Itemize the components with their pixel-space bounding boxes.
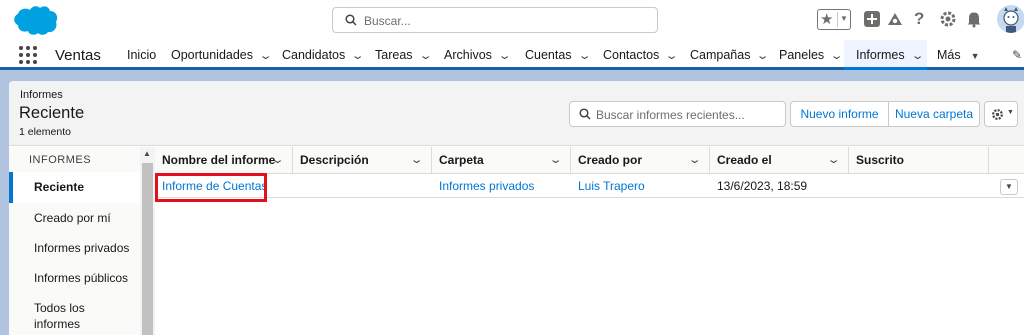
star-icon: ★ <box>820 11 834 28</box>
page-title: Reciente <box>19 104 85 122</box>
notifications-bell-icon[interactable] <box>965 10 983 28</box>
help-icon[interactable]: ? <box>914 10 932 28</box>
gear-icon[interactable] <box>939 10 957 28</box>
sidebar-item-creado-por-mi[interactable]: Creado por mí <box>9 210 140 226</box>
report-folder-link[interactable]: Informes privados <box>432 175 534 198</box>
column-header-carpeta[interactable]: Carpeta ⌄ <box>432 147 571 174</box>
chevron-down-icon[interactable]: ⌄ <box>826 147 840 174</box>
new-report-button[interactable]: Nuevo informe <box>790 101 889 127</box>
highlight-box <box>155 173 267 202</box>
report-created-by-link[interactable]: Luis Trapero <box>571 175 645 198</box>
sidebar-item-informes-publicos[interactable]: Informes públicos <box>9 270 140 286</box>
chevron-down-icon[interactable]: ▼ <box>840 14 848 23</box>
edit-nav-pencil-icon[interactable]: ✎ <box>1012 48 1022 62</box>
favorites-divider <box>837 12 838 27</box>
app-launcher-icon[interactable] <box>19 46 37 64</box>
nav-item-mas[interactable]: Más ▼ <box>937 40 980 70</box>
chevron-down-icon[interactable]: ⌄ <box>577 41 591 71</box>
list-settings-button[interactable]: ▼ <box>984 101 1018 127</box>
recent-reports-search-input[interactable]: Buscar informes recientes... <box>569 101 786 127</box>
nav-item-inicio[interactable]: Inicio <box>127 40 156 70</box>
reports-sidebar: INFORMES Reciente Creado por mí Informes… <box>9 147 140 335</box>
table-empty-area <box>155 199 1024 335</box>
chevron-down-icon[interactable]: ⌄ <box>409 147 423 174</box>
salesforce-logo[interactable] <box>10 4 60 36</box>
favorites-button[interactable]: ★ ▼ <box>817 9 851 30</box>
app-navigation-bar: Ventas Inicio Oportunidades ⌄ Candidatos ⌄… <box>0 40 1024 70</box>
chevron-down-icon[interactable]: ⌄ <box>830 41 844 71</box>
report-description <box>293 175 300 198</box>
table-row: Informe de Cuentas Informes privados Lui… <box>155 175 1024 198</box>
nav-item-candidatos[interactable]: Candidatos ⌄ <box>282 40 365 71</box>
chevron-down-icon[interactable]: ⌄ <box>351 41 365 71</box>
column-header-nombre[interactable]: Nombre del informe ⌄ <box>155 147 293 174</box>
column-header-suscrito[interactable]: Suscrito <box>849 147 989 174</box>
chevron-down-icon[interactable]: ⌄ <box>756 41 770 71</box>
nav-item-cuentas[interactable]: Cuentas ⌄ <box>525 40 591 71</box>
chevron-down-icon[interactable]: ⌄ <box>687 147 701 174</box>
search-icon <box>579 108 591 120</box>
chevron-down-icon[interactable]: ⌄ <box>498 41 512 71</box>
gear-icon <box>992 109 1003 120</box>
chevron-down-icon[interactable]: ⌄ <box>910 41 924 71</box>
nav-item-archivos[interactable]: Archivos ⌄ <box>444 40 512 71</box>
chevron-down-icon[interactable]: ⌄ <box>270 147 284 174</box>
column-header-creado-por[interactable]: Creado por ⌄ <box>571 147 710 174</box>
report-subscribed <box>849 175 856 198</box>
breadcrumb[interactable]: Informes <box>20 89 63 101</box>
add-icon[interactable] <box>863 10 881 28</box>
caret-down-icon[interactable]: ▼ <box>971 51 980 61</box>
item-count: 1 elemento <box>19 126 71 138</box>
report-created-on: 13/6/2023, 18:59 <box>717 179 808 193</box>
nav-item-contactos[interactable]: Contactos ⌄ <box>603 40 679 71</box>
app-name: Ventas <box>55 47 101 64</box>
chevron-down-icon[interactable]: ⌄ <box>665 41 679 71</box>
table-header: Nombre del informe ⌄ Descripción ⌄ Carpeta… <box>155 147 1024 174</box>
chevron-down-icon[interactable]: ⌄ <box>259 41 273 71</box>
page-header: Informes Reciente 1 elemento Buscar info… <box>9 81 1024 146</box>
user-avatar[interactable] <box>997 5 1024 33</box>
nav-item-informes[interactable]: Informes ⌄ <box>844 40 927 70</box>
global-search-input[interactable]: Buscar... <box>332 7 658 33</box>
nav-item-tareas[interactable]: Tareas ⌄ <box>375 40 432 71</box>
caret-down-icon: ▼ <box>1007 109 1014 116</box>
column-header-descripcion[interactable]: Descripción ⌄ <box>293 147 432 174</box>
chevron-down-icon: ▼ <box>1005 182 1013 191</box>
reports-panel: Informes Reciente 1 elemento Buscar info… <box>9 81 1024 335</box>
global-header: Buscar... ★ ▼ ? <box>0 0 1024 40</box>
scroll-up-icon[interactable]: ▲ <box>143 149 151 158</box>
trailhead-icon[interactable] <box>886 10 904 28</box>
chevron-down-icon[interactable]: ⌄ <box>418 41 432 71</box>
row-actions-button[interactable]: ▼ <box>1000 179 1018 195</box>
recent-reports-search-placeholder: Buscar informes recientes... <box>596 108 745 122</box>
sidebar-scrollbar[interactable]: ▲ <box>140 147 155 335</box>
nav-item-paneles[interactable]: Paneles ⌄ <box>779 40 844 71</box>
sidebar-header: INFORMES <box>29 154 92 166</box>
sidebar-item-todos-los-informes[interactable]: Todos los informes <box>9 300 109 332</box>
new-folder-button[interactable]: Nueva carpeta <box>888 101 980 127</box>
sidebar-item-reciente[interactable]: Reciente <box>9 172 140 203</box>
column-header-creado-el[interactable]: Creado el ⌄ <box>710 147 849 174</box>
global-search-placeholder: Buscar... <box>364 14 411 28</box>
nav-item-campanas[interactable]: Campañas ⌄ <box>690 40 770 71</box>
scrollbar-thumb[interactable] <box>142 163 153 335</box>
search-icon <box>345 14 357 26</box>
sidebar-item-informes-privados[interactable]: Informes privados <box>9 240 140 256</box>
chevron-down-icon[interactable]: ⌄ <box>548 147 562 174</box>
nav-item-oportunidades[interactable]: Oportunidades ⌄ <box>171 40 273 71</box>
